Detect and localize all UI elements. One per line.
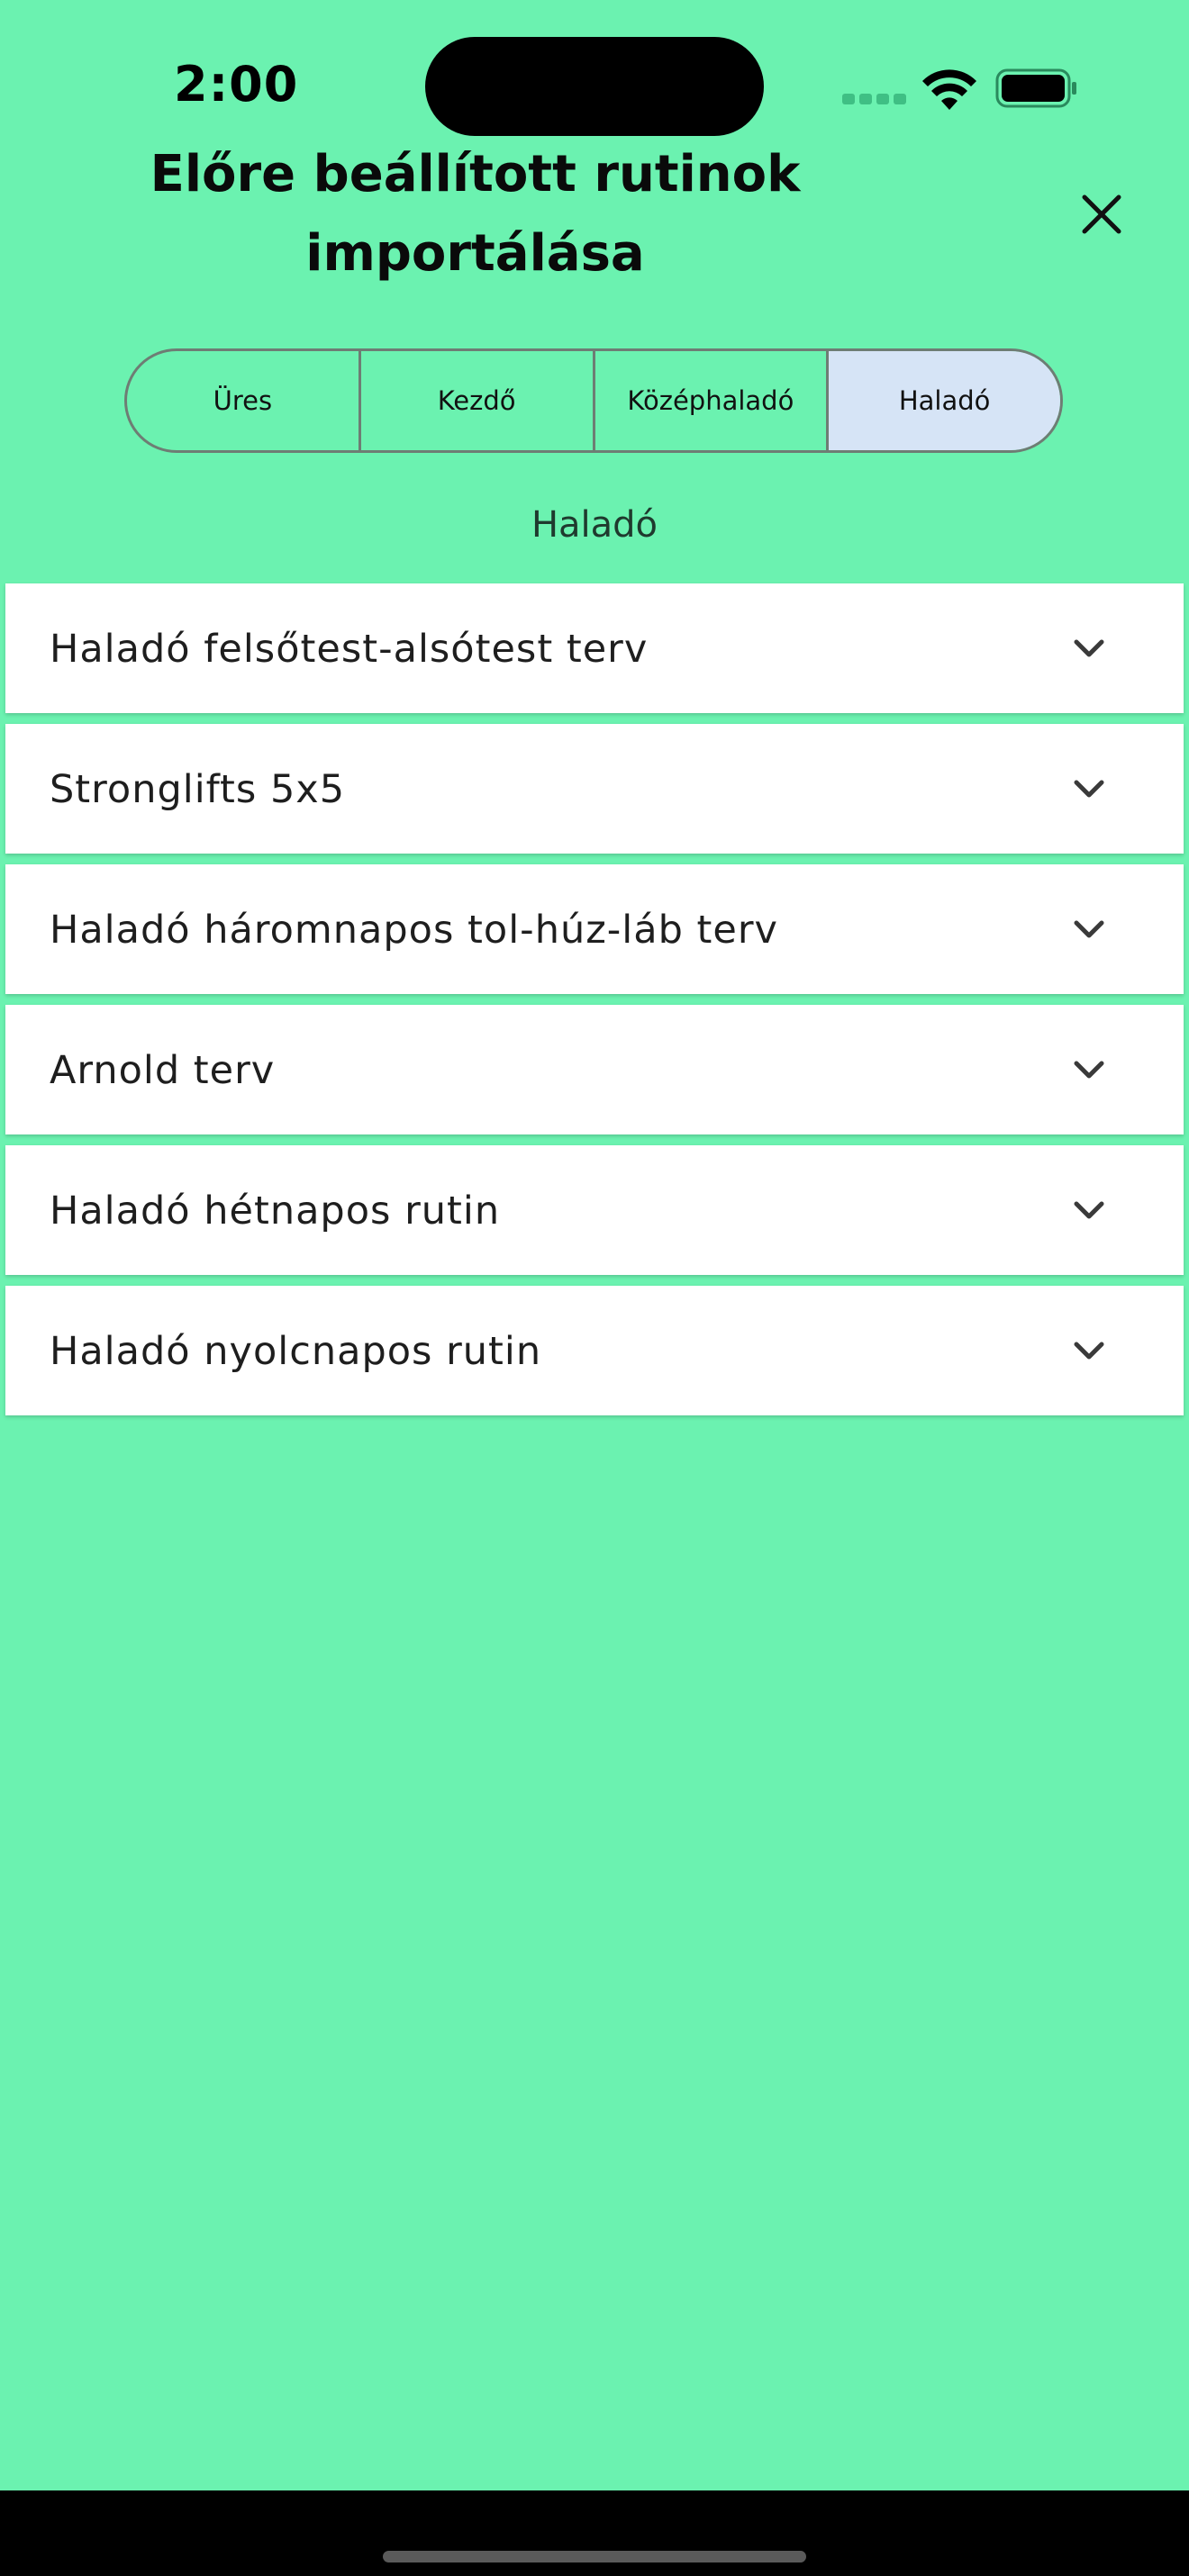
list-item[interactable]: Arnold terv: [5, 1005, 1184, 1134]
segment-halado[interactable]: Haladó: [829, 351, 1060, 450]
routine-label: Arnold terv: [50, 1048, 276, 1093]
routine-label: Stronglifts 5x5: [50, 767, 346, 812]
bottom-bar: [0, 2490, 1189, 2576]
status-time: 2:00: [174, 56, 299, 113]
chevron-down-icon[interactable]: [1071, 1337, 1107, 1364]
routine-label: Haladó háromnapos tol-húz-láb terv: [50, 908, 778, 953]
segment-kezdo[interactable]: Kezdő: [361, 351, 595, 450]
list-item[interactable]: Haladó hétnapos rutin: [5, 1145, 1184, 1275]
page-title: Előre beállított rutinok importálása: [150, 145, 801, 283]
home-indicator[interactable]: [383, 2551, 806, 2562]
close-icon[interactable]: [1072, 185, 1131, 244]
chevron-down-icon[interactable]: [1071, 775, 1107, 802]
section-label: Haladó: [531, 504, 658, 546]
list-item[interactable]: Stronglifts 5x5: [5, 724, 1184, 854]
chevron-down-icon[interactable]: [1071, 1197, 1107, 1224]
routine-label: Haladó hétnapos rutin: [50, 1189, 501, 1234]
dynamic-island: [425, 37, 764, 136]
segment-kozephalado[interactable]: Középhaladó: [595, 351, 830, 450]
list-item[interactable]: Haladó felsőtest-alsótest terv: [5, 583, 1184, 713]
list-item[interactable]: Haladó háromnapos tol-húz-láb terv: [5, 864, 1184, 994]
chevron-down-icon[interactable]: [1071, 916, 1107, 943]
list-item[interactable]: Haladó nyolcnapos rutin: [5, 1286, 1184, 1415]
wifi-icon: [922, 69, 976, 110]
level-segmented-control: Üres Kezdő Középhaladó Haladó: [124, 348, 1063, 453]
battery-icon: [995, 68, 1076, 108]
chevron-down-icon[interactable]: [1071, 1056, 1107, 1083]
cellular-signal-icon: [842, 94, 906, 106]
routine-list: Haladó felsőtest-alsótest terv Stronglif…: [5, 583, 1184, 1426]
routine-label: Haladó felsőtest-alsótest terv: [50, 627, 649, 672]
segment-ures[interactable]: Üres: [127, 351, 361, 450]
status-bar: 2:00: [0, 0, 1189, 136]
chevron-down-icon[interactable]: [1071, 635, 1107, 662]
routine-label: Haladó nyolcnapos rutin: [50, 1329, 542, 1374]
